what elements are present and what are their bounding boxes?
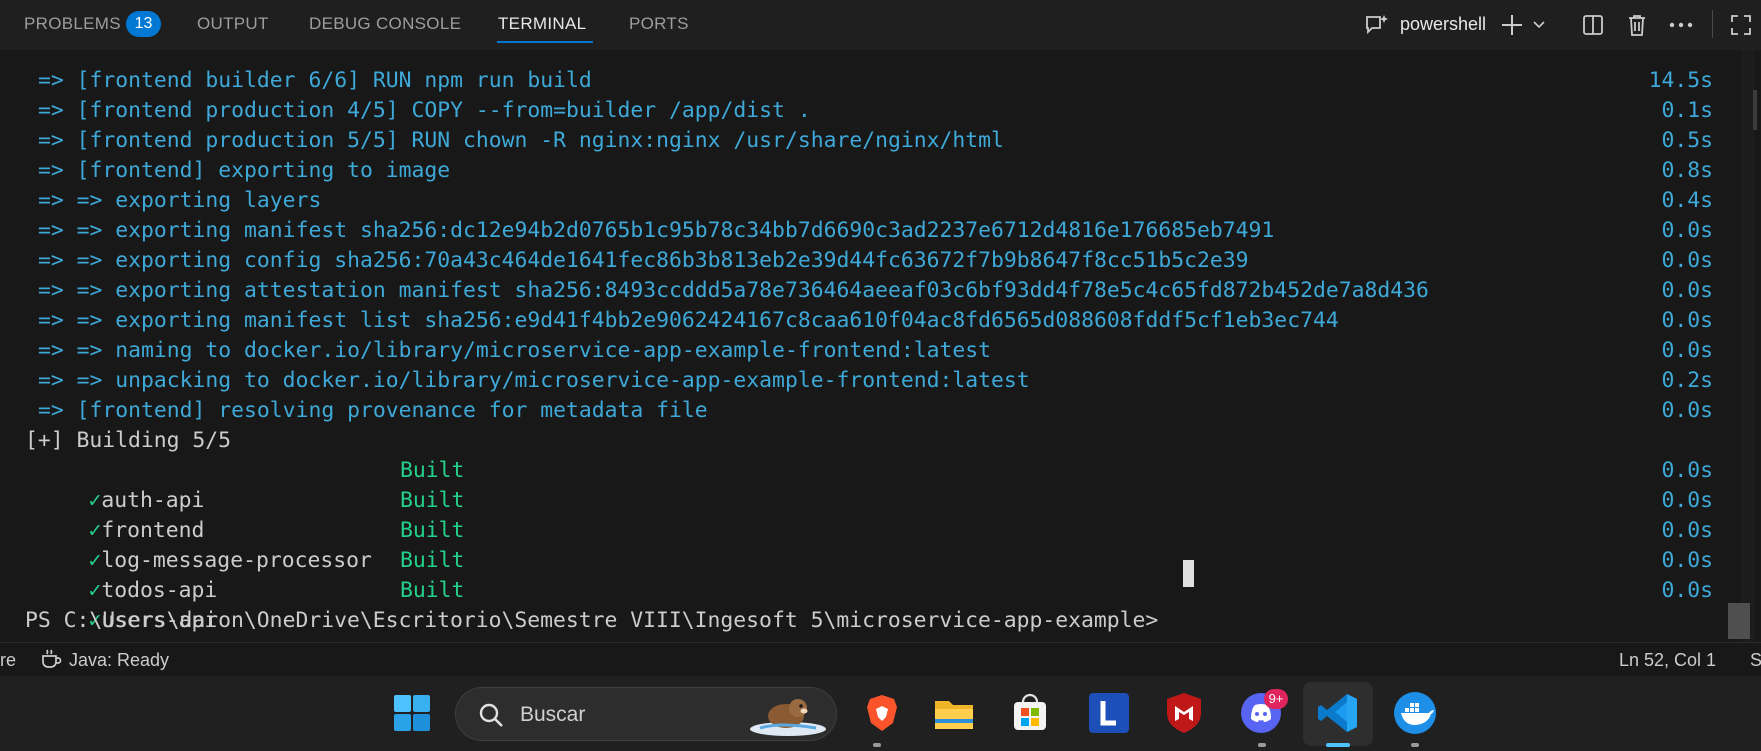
terminal-view[interactable]: => [frontend builder 6/6] RUN npm run bu… (0, 50, 1761, 642)
service-row: ✓users-api Built (37, 576, 465, 633)
tab-debug-console[interactable]: DEBUG CONSOLE (309, 14, 461, 34)
terminal-line: => [frontend production 5/5] RUN chown -… (38, 128, 1004, 153)
cursor-position[interactable]: Ln 52, Col 1 (1619, 650, 1716, 671)
terminal-duration: 0.0s (1661, 338, 1713, 363)
service-status: Built (400, 578, 465, 603)
active-tab-indicator (497, 41, 593, 43)
tab-output[interactable]: OUTPUT (197, 14, 269, 34)
terminal-duration: 0.0s (1661, 218, 1713, 243)
chevron-down-icon[interactable] (1524, 10, 1554, 40)
terminal-duration: 0.0s (1661, 548, 1713, 573)
building-summary: [+] Building 5/5 (25, 428, 232, 453)
running-indicator (1258, 743, 1266, 747)
java-status[interactable]: Java: Ready (69, 650, 169, 671)
terminal-duration: 0.8s (1661, 158, 1713, 183)
docker-icon[interactable] (1392, 690, 1438, 736)
more-actions-icon[interactable] (1666, 10, 1696, 40)
terminal-duration: 0.0s (1661, 488, 1713, 513)
terminal-duration: 0.0s (1661, 278, 1713, 303)
service-status: Built (400, 488, 465, 513)
terminal-scrollbar[interactable] (1741, 50, 1755, 642)
terminal-line: => [frontend builder 6/6] RUN npm run bu… (38, 68, 592, 93)
terminal-duration: 0.2s (1661, 368, 1713, 393)
windows-start-icon[interactable] (389, 690, 435, 736)
shell-name-label[interactable]: powershell (1400, 14, 1486, 35)
terminal-duration: 0.1s (1661, 98, 1713, 123)
terminal-duration: 0.5s (1661, 128, 1713, 153)
terminal-line: => => exporting manifest sha256:dc12e94b… (38, 218, 1275, 243)
terminal-duration: 0.0s (1661, 518, 1713, 543)
split-terminal-icon[interactable] (1578, 10, 1608, 40)
terminal-duration: 0.0s (1661, 458, 1713, 483)
new-terminal-plus-icon[interactable] (1497, 10, 1527, 40)
panel-tab-bar: PROBLEMS 13 OUTPUT DEBUG CONSOLE TERMINA… (0, 0, 1761, 50)
terminal-duration: 0.0s (1661, 308, 1713, 333)
terminal-line: => => exporting config sha256:70a43c464d… (38, 248, 1249, 273)
terminal-duration: 0.0s (1661, 578, 1713, 603)
coffee-cup-icon (40, 647, 64, 676)
brave-browser-icon[interactable] (859, 690, 905, 736)
terminal-duration: 14.5s (1648, 68, 1713, 93)
toolbar-divider (1712, 10, 1713, 38)
active-app-indicator (1326, 743, 1350, 747)
microsoft-store-icon[interactable] (1007, 690, 1053, 736)
status-right-fragment[interactable]: S (1750, 650, 1761, 671)
tab-terminal[interactable]: TERMINAL (498, 14, 586, 34)
terminal-line: => => exporting manifest list sha256:e9d… (38, 308, 1339, 333)
tab-ports[interactable]: PORTS (629, 14, 689, 34)
search-icon (478, 702, 504, 732)
terminal-chat-icon[interactable] (1362, 10, 1392, 40)
tab-problems[interactable]: PROBLEMS (24, 14, 121, 34)
windows-taskbar: Buscar 9+ (0, 676, 1761, 751)
problems-count-badge: 13 (126, 11, 161, 37)
terminal-line: => => naming to docker.io/library/micros… (38, 338, 991, 363)
status-left-fragment[interactable]: re (0, 650, 16, 671)
terminal-line: => [frontend] resolving provenance for m… (38, 398, 708, 423)
maximize-panel-icon[interactable] (1726, 10, 1756, 40)
service-status: Built (400, 458, 465, 483)
service-row: ✓frontend Built (37, 486, 465, 543)
l-app-icon[interactable] (1086, 690, 1132, 736)
terminal-line: => => exporting attestation manifest sha… (38, 278, 1429, 303)
discord-notification-badge: 9+ (1264, 689, 1288, 709)
terminal-line: => [frontend production 4/5] COPY --from… (38, 98, 811, 123)
status-bar: re Java: Ready Ln 52, Col 1 S (0, 642, 1761, 676)
taskbar-search[interactable]: Buscar (455, 687, 837, 741)
terminal-duration: 0.4s (1661, 188, 1713, 213)
service-status: Built (400, 518, 465, 543)
search-highlight-illustration (746, 692, 830, 742)
terminal-line: => [frontend] exporting to image (38, 158, 451, 183)
mcafee-icon[interactable] (1161, 690, 1207, 736)
terminal-scrollbar-thumb[interactable] (1728, 603, 1750, 639)
service-row: ✓auth-api Built (37, 456, 465, 513)
scrollbar-marker (1753, 90, 1757, 130)
shell-prompt: PS C:\Users\daron\OneDrive\Escritorio\Se… (25, 608, 1159, 633)
terminal-duration: 0.0s (1661, 248, 1713, 273)
service-status: Built (400, 548, 465, 573)
terminal-cursor (1183, 560, 1194, 587)
trash-icon[interactable] (1622, 10, 1652, 40)
running-indicator (1411, 743, 1419, 747)
terminal-line: => => unpacking to docker.io/library/mic… (38, 368, 1030, 393)
vscode-icon[interactable] (1315, 690, 1361, 736)
terminal-duration: 0.0s (1661, 398, 1713, 423)
search-placeholder: Buscar (520, 703, 586, 726)
service-row: ✓todos-api Built (37, 546, 465, 603)
file-explorer-icon[interactable] (931, 690, 977, 736)
service-row: ✓log-message-processor Built (37, 516, 465, 573)
terminal-line: => => exporting layers (38, 188, 322, 213)
running-indicator (873, 743, 881, 747)
